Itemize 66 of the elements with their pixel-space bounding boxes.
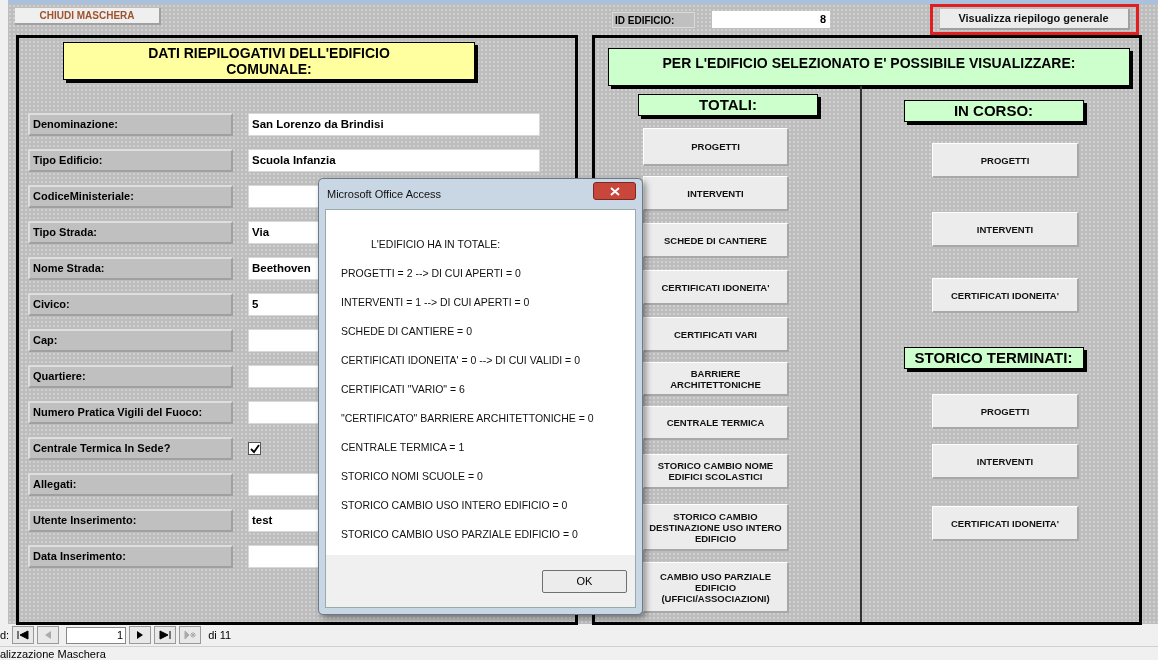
field-label: Tipo Edificio: bbox=[28, 149, 233, 172]
message-line: CENTRALE TERMICA = 1 bbox=[341, 440, 466, 455]
new-record-icon bbox=[184, 630, 197, 640]
field-label: Numero Pratica Vigili del Fuoco: bbox=[28, 401, 233, 424]
id-label: ID EDIFICIO: bbox=[612, 12, 695, 28]
summary-button[interactable]: Visualizza riepilogo generale bbox=[939, 9, 1130, 30]
message-line: STORICO NOMI SCUOLE = 0 bbox=[341, 469, 484, 484]
form-button[interactable]: INTERVENTI bbox=[643, 176, 789, 211]
field-label: Nome Strada: bbox=[28, 257, 233, 280]
message-line: "CERTIFICATO" BARRIERE ARCHITETTONICHE = 0 bbox=[341, 411, 595, 426]
close-icon bbox=[609, 186, 620, 196]
message-line: CERTIFICATI IDONEITA' = 0 --> DI CUI VALIDI = 0 bbox=[341, 353, 581, 368]
dialog-heading: L'EDIFICIO HA IN TOTALE: bbox=[371, 237, 502, 252]
next-record-button[interactable] bbox=[129, 626, 152, 644]
field-label: Quartiere: bbox=[28, 365, 233, 388]
dialog-title: Microsoft Office Access bbox=[327, 186, 442, 202]
message-line: CERTIFICATI "VARIO" = 6 bbox=[341, 382, 466, 397]
field-label: Data Inserimento: bbox=[28, 545, 233, 568]
last-record-button[interactable] bbox=[154, 626, 177, 644]
form-button[interactable]: INTERVENTI bbox=[932, 444, 1079, 479]
record-number-field[interactable]: 1 bbox=[66, 626, 127, 644]
form-button[interactable]: PROGETTI bbox=[932, 143, 1079, 178]
message-line: STORICO CAMBIO USO INTERO EDIFICIO = 0 bbox=[341, 498, 569, 513]
input-field[interactable]: San Lorenzo da Brindisi bbox=[248, 113, 540, 136]
field-label: Denominazione: bbox=[28, 113, 233, 136]
id-field[interactable]: 8 bbox=[712, 11, 830, 28]
section-header: STORICO TERMINATI: bbox=[903, 347, 1084, 369]
skip-back-icon bbox=[17, 630, 30, 640]
form-button[interactable]: SCHEDE DI CANTIERE bbox=[643, 223, 789, 258]
field-label: Civico: bbox=[28, 293, 233, 316]
panel-title: DATI RIEPILOGATIVI DELL'EDIFICIO COMUNALE: bbox=[63, 42, 475, 80]
input-field[interactable]: Scuola Infanzia bbox=[248, 149, 540, 172]
message-line: STORICO CAMBIO USO PARZIALE EDIFICIO = 0 bbox=[341, 527, 579, 542]
panel-title: PER L'EDIFICIO SELEZIONATO E' POSSIBILE VISUALIZZARE: bbox=[608, 48, 1130, 86]
field-label: Allegati: bbox=[28, 473, 233, 496]
field-label: Centrale Termica In Sede? bbox=[28, 437, 233, 460]
field-label: Utente Inserimento: bbox=[28, 509, 233, 532]
record-count: di 11 bbox=[208, 627, 232, 643]
skip-forward-icon bbox=[159, 630, 172, 640]
message-line: SCHEDE DI CANTIERE = 0 bbox=[341, 324, 473, 339]
section-header: IN CORSO: bbox=[903, 100, 1084, 122]
form-button[interactable]: CERTIFICATI IDONEITA' bbox=[932, 278, 1079, 313]
field-label: Tipo Strada: bbox=[28, 221, 233, 244]
form-button[interactable]: BARRIERE ARCHITETTONICHE bbox=[643, 362, 789, 396]
form-button[interactable]: CERTIFICATI IDONEITA' bbox=[932, 506, 1079, 541]
first-record-button[interactable] bbox=[12, 626, 35, 644]
field-label: Cap: bbox=[28, 329, 233, 352]
status-text: alizzazione Maschera bbox=[0, 648, 106, 660]
form-button[interactable]: INTERVENTI bbox=[932, 212, 1079, 247]
close-button[interactable] bbox=[593, 182, 636, 200]
ok-button[interactable]: OK bbox=[542, 569, 627, 593]
form-button[interactable]: PROGETTI bbox=[643, 128, 789, 166]
record-label: d: bbox=[0, 627, 10, 643]
message-line: INTERVENTI = 1 --> DI CUI APERTI = 0 bbox=[341, 295, 531, 310]
message-line: PROGETTI = 2 --> DI CUI APERTI = 0 bbox=[341, 266, 522, 281]
form-button[interactable]: CERTIFICATI VARI bbox=[643, 317, 789, 352]
checkbox[interactable] bbox=[248, 442, 261, 455]
close-form-button[interactable]: CHIUDI MASCHERA bbox=[15, 8, 161, 25]
section-header: TOTALI: bbox=[638, 94, 818, 116]
form-button[interactable]: CERTIFICATI IDONEITA' bbox=[643, 270, 789, 305]
form-button[interactable]: CAMBIO USO PARZIALE EDIFICIO (UFFICI/ASSOCIAZIONI) bbox=[643, 562, 789, 613]
form-button[interactable]: CENTRALE TERMICA bbox=[643, 406, 789, 440]
field-label: CodiceMinisteriale: bbox=[28, 185, 233, 208]
form-button[interactable]: PROGETTI bbox=[932, 394, 1079, 429]
form-button[interactable]: STORICO CAMBIO DESTINAZIONE USO INTERO EDIFICIO bbox=[643, 504, 789, 551]
form-button[interactable]: STORICO CAMBIO NOME EDIFICI SCOLASTICI bbox=[643, 454, 789, 489]
